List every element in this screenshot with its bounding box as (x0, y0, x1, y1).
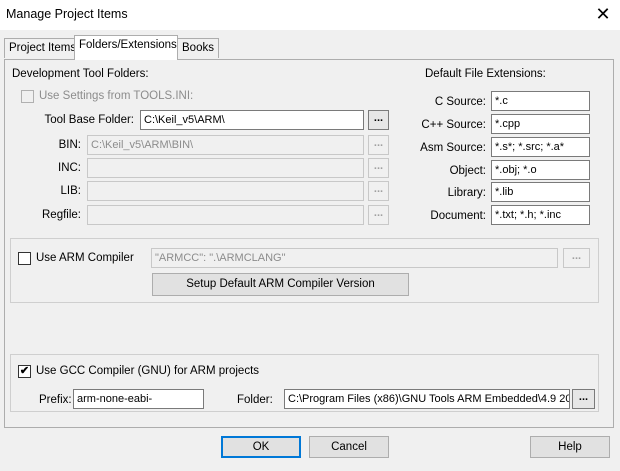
tab-folders-extensions[interactable]: Folders/Extensions (74, 35, 178, 60)
use-arm-compiler-checkbox[interactable] (18, 252, 31, 265)
extensions-heading: Default File Extensions: (425, 68, 546, 80)
library-input[interactable]: *.lib (491, 182, 590, 202)
use-settings-checkbox[interactable] (21, 90, 34, 103)
inc-input[interactable] (87, 158, 364, 178)
cpp-source-label: C++ Source: (421, 119, 486, 131)
gcc-folder-input[interactable]: C:\Program Files (x86)\GNU Tools ARM Emb… (284, 389, 570, 409)
object-label: Object: (449, 165, 486, 177)
arm-compiler-input[interactable]: "ARMCC": ".\ARMCLANG" (151, 248, 558, 268)
inc-label: INC: (58, 162, 81, 174)
tool-base-browse-button[interactable]: ... (368, 110, 389, 130)
regfile-label: Regfile: (42, 209, 81, 221)
tab-project-items[interactable]: Project Items (4, 38, 76, 58)
use-gcc-checkbox[interactable]: ✔ (18, 365, 31, 378)
asm-source-label: Asm Source: (420, 142, 486, 154)
window-title: Manage Project Items (6, 7, 128, 21)
c-source-input[interactable]: *.c (491, 91, 590, 111)
inc-browse-button[interactable]: ... (368, 158, 389, 178)
bin-browse-button[interactable]: ... (368, 135, 389, 155)
use-settings-label: Use Settings from TOOLS.INI: (39, 90, 194, 102)
tool-folders-heading: Development Tool Folders: (12, 68, 149, 80)
document-input[interactable]: *.txt; *.h; *.inc (491, 205, 590, 225)
regfile-input[interactable] (87, 205, 364, 225)
help-button[interactable]: Help (530, 436, 610, 458)
gcc-folder-browse-button[interactable]: ... (572, 389, 595, 409)
setup-arm-compiler-button[interactable]: Setup Default ARM Compiler Version (152, 273, 409, 296)
lib-label: LIB: (60, 185, 81, 197)
tool-base-label: Tool Base Folder: (44, 114, 135, 126)
bin-label: BIN: (58, 139, 81, 151)
lib-input[interactable] (87, 181, 364, 201)
object-input[interactable]: *.obj; *.o (491, 160, 590, 180)
asm-source-input[interactable]: *.s*; *.src; *.a* (491, 137, 590, 157)
bin-input[interactable]: C:\Keil_v5\ARM\BIN\ (87, 135, 364, 155)
title-bar: Manage Project Items ✕ (0, 0, 620, 30)
use-gcc-label: Use GCC Compiler (GNU) for ARM projects (36, 365, 260, 377)
cpp-source-input[interactable]: *.cpp (491, 114, 590, 134)
cancel-button[interactable]: Cancel (309, 436, 389, 458)
use-arm-compiler-label: Use ARM Compiler (36, 252, 134, 264)
library-label: Library: (447, 187, 486, 199)
prefix-input[interactable]: arm-none-eabi- (73, 389, 204, 409)
close-icon[interactable]: ✕ (592, 3, 614, 25)
document-label: Document: (430, 210, 486, 222)
tool-base-input[interactable]: C:\Keil_v5\ARM\ (140, 110, 364, 130)
prefix-label: Prefix: (39, 394, 72, 406)
arm-compiler-browse-button[interactable]: ... (563, 248, 590, 268)
tab-books[interactable]: Books (177, 38, 219, 58)
lib-browse-button[interactable]: ... (368, 181, 389, 201)
ok-button[interactable]: OK (221, 436, 301, 458)
c-source-label: C Source: (434, 96, 486, 108)
regfile-browse-button[interactable]: ... (368, 205, 389, 225)
folder-label: Folder: (237, 394, 273, 406)
